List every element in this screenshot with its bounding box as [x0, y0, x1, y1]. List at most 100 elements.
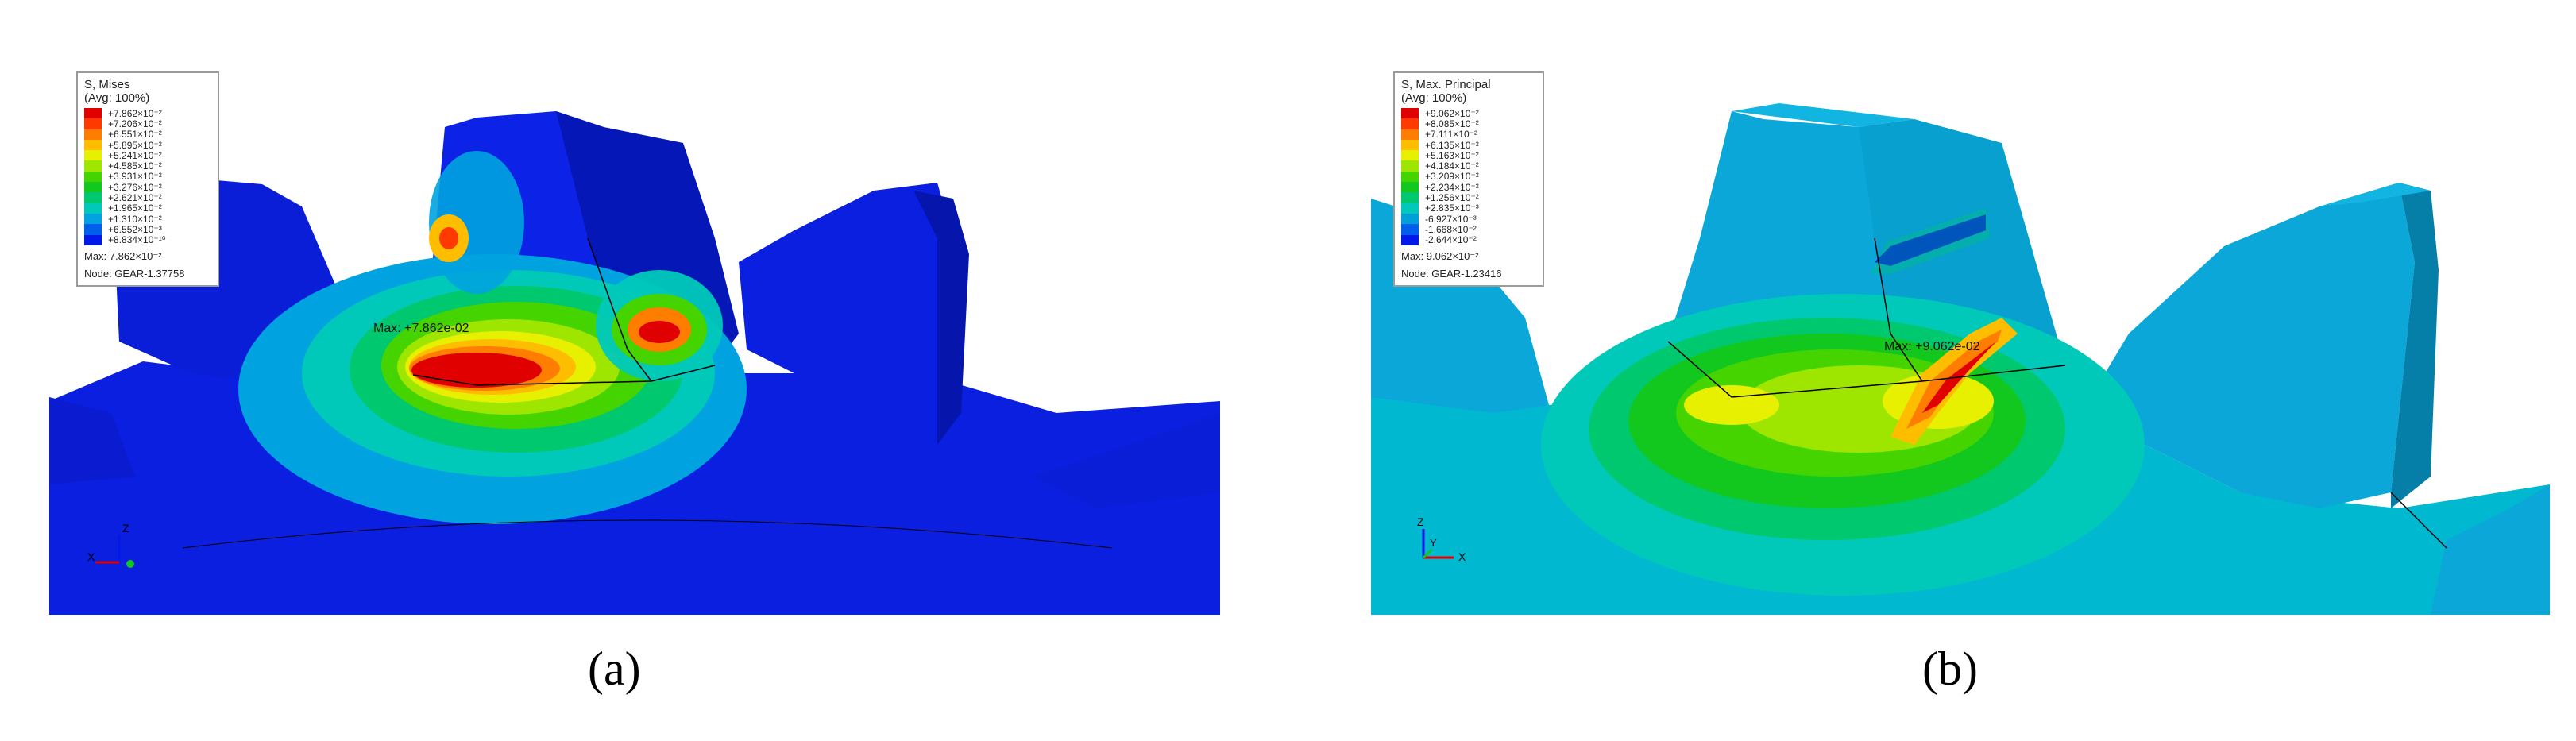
legend-value: -1.668×10⁻²: [1425, 223, 1477, 235]
legend-swatch: [84, 160, 102, 172]
legend-rows-b: +9.062×10⁻² +8.085×10⁻² +7.111×10⁻² +6.135×…: [1401, 108, 1536, 245]
legend-swatch: [84, 213, 102, 225]
axis-triad-b: Z Y X: [1417, 515, 1466, 563]
legend-swatch: [1401, 213, 1419, 225]
legend-swatch: [84, 203, 102, 214]
legend-entry: +5.895×10⁻²: [84, 139, 211, 151]
legend-entry: +9.062×10⁻²: [1401, 107, 1536, 119]
legend-entry: +2.621×10⁻²: [84, 192, 211, 203]
axis-z-label-a: Z: [122, 522, 129, 535]
axis-y-label-b: Y: [1430, 537, 1437, 549]
legend-entry: -1.668×10⁻²: [1401, 223, 1536, 235]
legend-subtitle: (Avg: 100%): [84, 91, 150, 105]
axis-x-label-a: X: [87, 550, 95, 563]
legend-entry: +5.241×10⁻²: [84, 149, 211, 161]
legend-value: +7.206×10⁻²: [108, 118, 162, 129]
legend-swatch: [1401, 171, 1419, 183]
legend-value: +5.895×10⁻²: [108, 139, 162, 151]
legend-value: +1.256×10⁻²: [1425, 192, 1479, 204]
legend-value: +5.163×10⁻²: [1425, 149, 1479, 161]
axis-triad-a: Z X: [87, 522, 134, 568]
legend-entry: +3.276×10⁻²: [84, 181, 211, 193]
legend-swatch: [1401, 234, 1419, 245]
legend-swatch: [1401, 118, 1419, 129]
legend-entry: +6.551×10⁻²: [84, 129, 211, 140]
legend-swatch: [84, 182, 102, 193]
legend-entry: +1.256×10⁻²: [1401, 192, 1536, 203]
legend-title: S, Max. Principal: [1401, 78, 1491, 91]
legend-entry: -6.927×10⁻³: [1401, 213, 1536, 225]
legend-entry: +7.862×10⁻²: [84, 107, 211, 119]
legend-value: -2.644×10⁻²: [1425, 234, 1477, 246]
legend-value: +7.111×10⁻²: [1425, 129, 1477, 141]
legend-swatch: [1401, 129, 1419, 140]
legend-max: Max: 9.062×10⁻²: [1401, 249, 1479, 262]
legend-swatch: [84, 224, 102, 235]
legend-value: +6.551×10⁻²: [108, 129, 162, 141]
legend-swatch: [84, 192, 102, 203]
legend-value: +1.310×10⁻²: [108, 213, 162, 225]
legend-entry: +3.931×10⁻²: [84, 171, 211, 183]
legend-node: Node: GEAR-1.23416: [1401, 267, 1502, 280]
legend-entry: +8.085×10⁻²: [1401, 118, 1536, 129]
legend-swatch: [84, 108, 102, 119]
max-label-a: Max: +7.862e-02: [373, 322, 469, 335]
legend-value: +1.965×10⁻²: [108, 203, 162, 214]
legend-entry: +4.184×10⁻²: [1401, 160, 1536, 172]
legend-swatch: [1401, 150, 1419, 161]
legend-entry: +1.310×10⁻²: [84, 213, 211, 225]
legend-swatch: [1401, 192, 1419, 203]
legend-value: +2.835×10⁻³: [1425, 203, 1479, 214]
caption-b-text: (b): [1922, 643, 1978, 695]
legend-swatch: [84, 139, 102, 151]
max-label-b: Max: +9.062e-02: [1884, 340, 1980, 353]
legend-entry: +2.234×10⁻²: [1401, 181, 1536, 193]
legend-swatch: [84, 129, 102, 140]
legend-entry: +4.585×10⁻²: [84, 160, 211, 172]
legend-entry: +7.206×10⁻²: [84, 118, 211, 129]
legend-swatch: [1401, 182, 1419, 193]
legend-value: +9.062×10⁻²: [1425, 107, 1479, 119]
legend-value: +8.834×10⁻¹⁰: [108, 234, 166, 246]
legend-entry: -2.644×10⁻²: [1401, 234, 1536, 246]
legend-swatch: [84, 118, 102, 129]
caption-b: (b): [1922, 642, 1978, 697]
legend-value: +5.241×10⁻²: [108, 149, 162, 161]
legend-rows-a: +7.862×10⁻² +7.206×10⁻² +6.551×10⁻² +5.895×…: [84, 108, 211, 245]
legend-value: +3.209×10⁻²: [1425, 171, 1479, 183]
legend-subtitle: (Avg: 100%): [1401, 91, 1467, 105]
legend-value: +4.184×10⁻²: [1425, 160, 1479, 172]
legend-value: +2.621×10⁻²: [108, 192, 162, 204]
legend-swatch: [84, 234, 102, 245]
legend-value: +2.234×10⁻²: [1425, 181, 1479, 193]
legend-title: S, Mises: [84, 78, 130, 91]
legend-max: Max: 7.862×10⁻²: [84, 249, 162, 262]
legend-entry: +7.111×10⁻²: [1401, 129, 1536, 140]
legend-value: +3.276×10⁻²: [108, 181, 162, 193]
legend-value: +6.135×10⁻²: [1425, 139, 1479, 151]
caption-a: (a): [588, 642, 641, 697]
legend-value: +6.552×10⁻³: [108, 223, 162, 235]
legend-value: +3.931×10⁻²: [108, 171, 162, 183]
legend-entry: +3.209×10⁻²: [1401, 171, 1536, 183]
legend-swatch: [1401, 139, 1419, 151]
panel-b: S, Max. Principal (Avg: 100%) +9.062×10⁻…: [1287, 0, 2576, 741]
legend-entry: +5.163×10⁻²: [1401, 149, 1536, 161]
legend-swatch: [84, 171, 102, 183]
legend-entry: +1.965×10⁻²: [84, 203, 211, 214]
legend-entry: +6.135×10⁻²: [1401, 139, 1536, 151]
legend-entry: +8.834×10⁻¹⁰: [84, 234, 211, 246]
legend-swatch: [1401, 203, 1419, 214]
legend-value: +7.862×10⁻²: [108, 107, 162, 119]
panel-a: S, Mises (Avg: 100%) +7.862×10⁻² +7.206×1…: [0, 0, 1271, 741]
axis-z-label-b: Z: [1417, 515, 1424, 528]
legend-swatch: [1401, 108, 1419, 119]
axis-x-label-b: X: [1458, 550, 1466, 563]
legend-value: +8.085×10⁻²: [1425, 118, 1479, 129]
legend-entry: +6.552×10⁻³: [84, 223, 211, 235]
legend-swatch: [84, 150, 102, 161]
legend-swatch: [1401, 160, 1419, 172]
legend-entry: +2.835×10⁻³: [1401, 203, 1536, 214]
legend-b: S, Max. Principal (Avg: 100%) +9.062×10⁻…: [1393, 71, 1544, 287]
legend-swatch: [1401, 224, 1419, 235]
